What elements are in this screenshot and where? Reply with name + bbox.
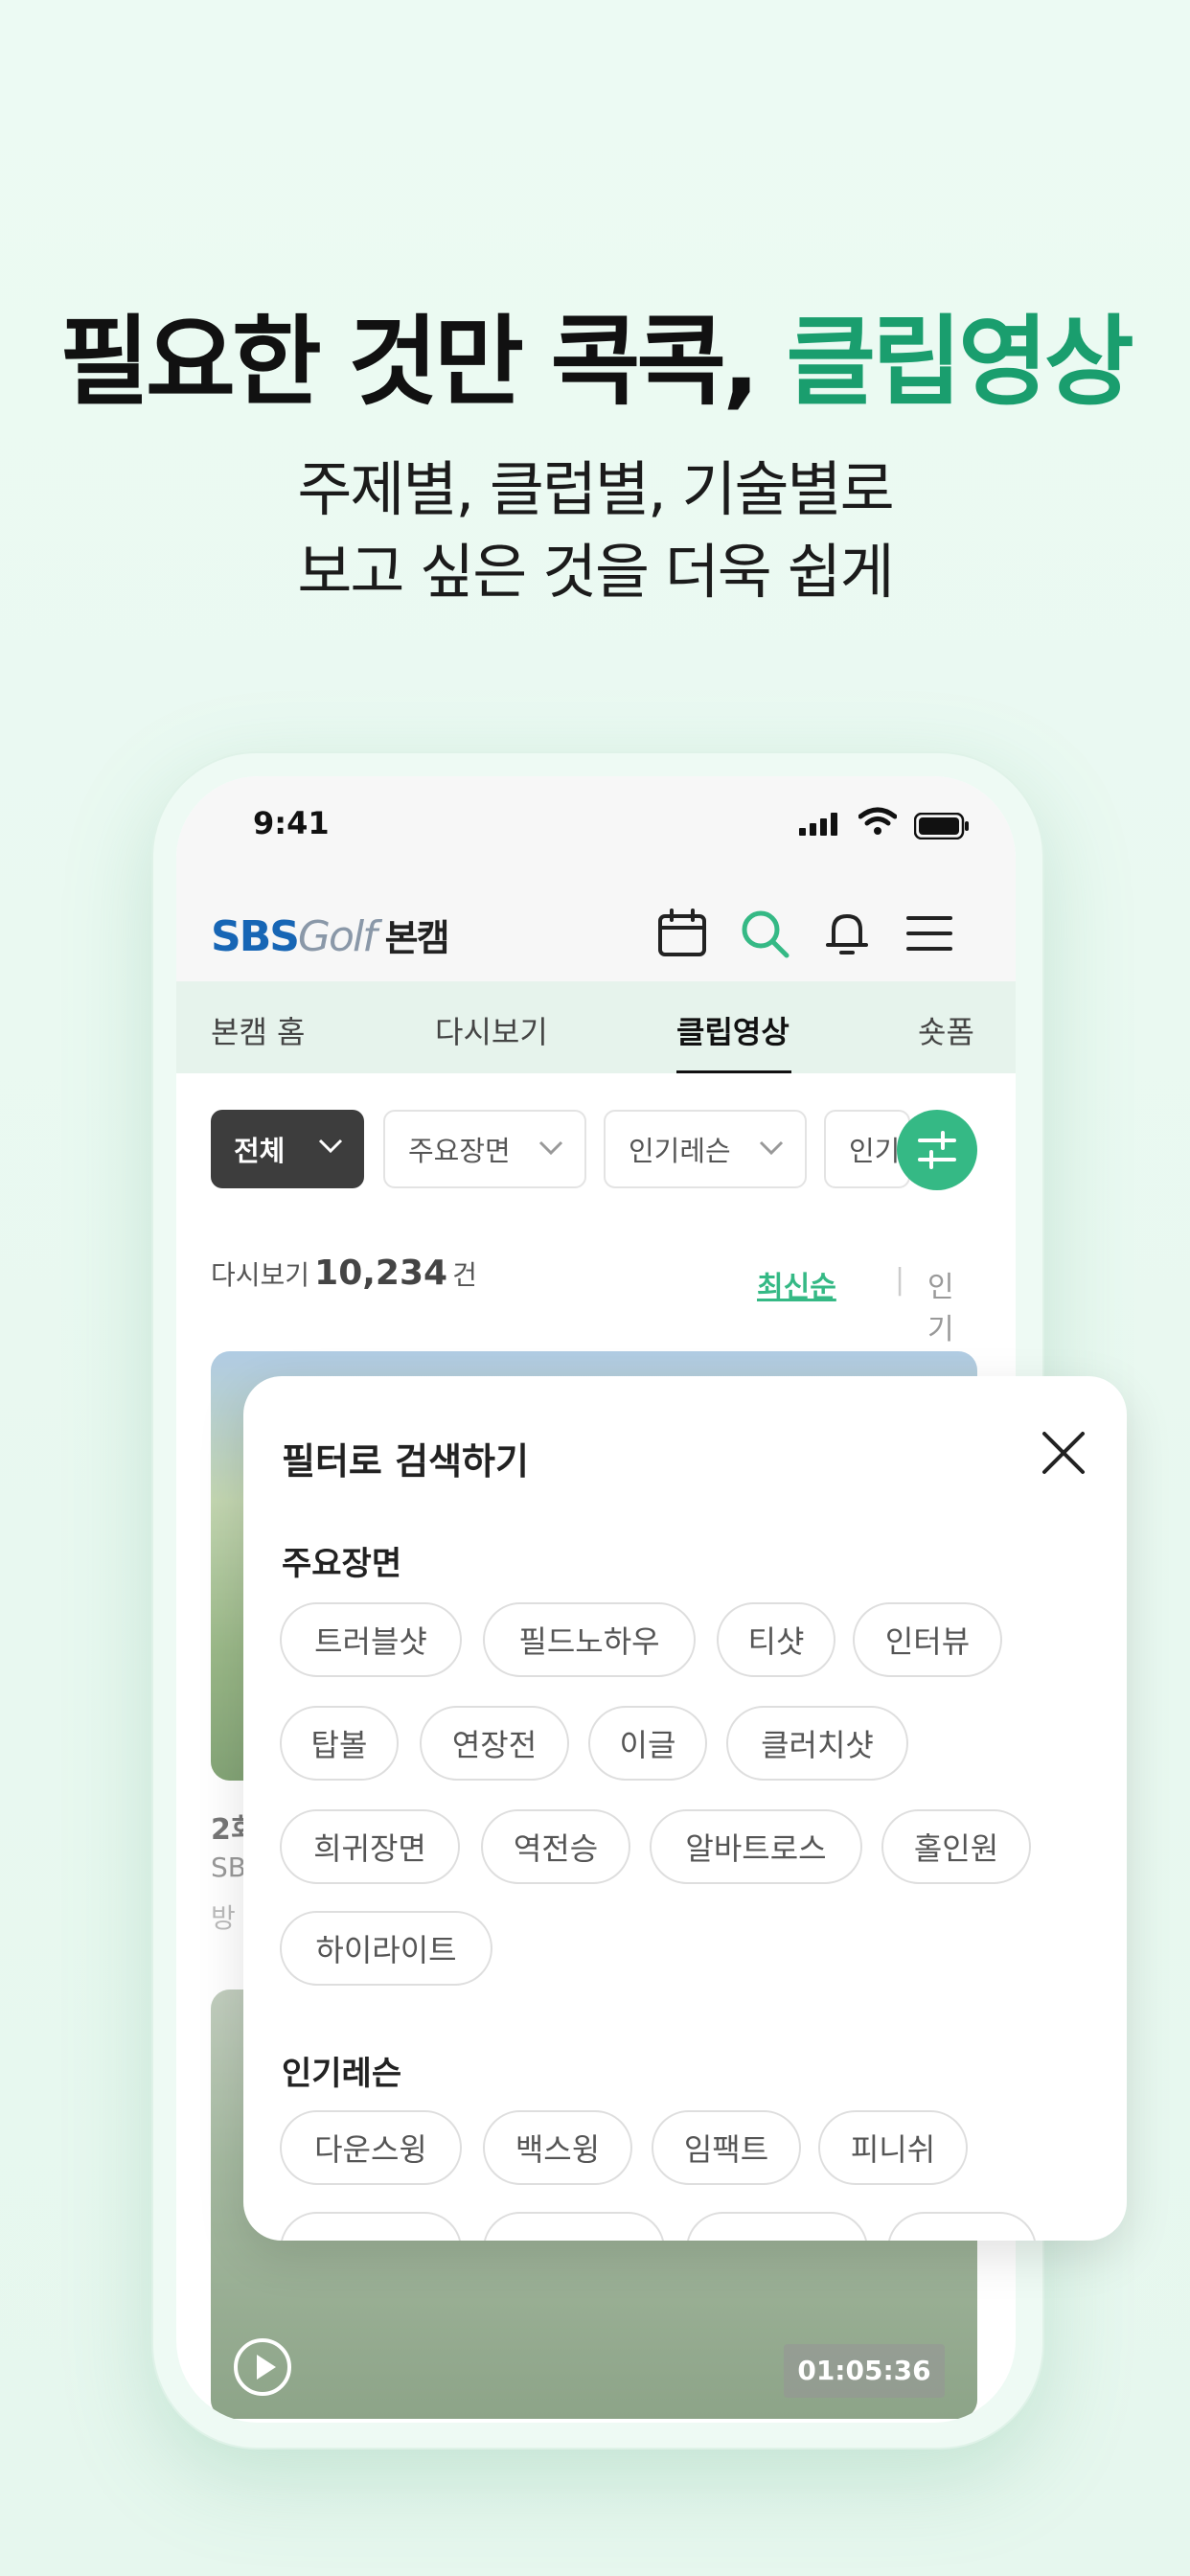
tag-chip[interactable]: 임팩트: [652, 2110, 801, 2185]
headline-part2: 클립영상: [786, 306, 1133, 420]
count-unit: 건: [452, 1259, 477, 1291]
bell-icon[interactable]: [820, 907, 874, 960]
tag-chip[interactable]: 탑볼: [280, 1706, 399, 1781]
dropdown-scene-label: 주요장면: [408, 1135, 511, 1167]
filter-sheet: 필터로 검색하기 주요장면 트러블샷 필드노하우 티샷 인터뷰 탑볼 연장전 이…: [243, 1376, 1127, 2241]
menu-icon[interactable]: [903, 907, 956, 960]
tag-chip[interactable]: 알바트로스: [650, 1809, 862, 1884]
tab-home[interactable]: 본캠 홈: [211, 1008, 306, 1052]
nav-tabs: 본캠 홈 다시보기 클립영상 숏폼: [176, 981, 1016, 1073]
tag-chip[interactable]: 역전승: [481, 1809, 630, 1884]
signal-icon: [799, 813, 837, 836]
dropdown-scene[interactable]: 주요장면: [383, 1110, 586, 1188]
tag-chip-cut[interactable]: [686, 2212, 868, 2241]
tag-chip[interactable]: 연장전: [420, 1706, 569, 1781]
tag-chip[interactable]: 다운스윙: [280, 2110, 462, 2185]
subline-line1: 주제별, 클럽별, 기술별로: [297, 454, 894, 524]
tag-chip-cut[interactable]: [280, 2212, 462, 2241]
dropdown-lesson[interactable]: 인기레슨: [604, 1110, 807, 1188]
dropdown-all[interactable]: 전체: [211, 1110, 364, 1188]
tab-shortform[interactable]: 숏폼: [918, 1008, 974, 1052]
calendar-icon[interactable]: [655, 907, 709, 960]
video-date: 방: [211, 1902, 236, 1934]
tag-chip[interactable]: 희귀장면: [280, 1809, 460, 1884]
sort-newest[interactable]: 최신순: [757, 1263, 836, 1305]
sort-divider: |: [895, 1263, 905, 1297]
tag-chip[interactable]: 피니쉬: [818, 2110, 968, 2185]
chevron-down-icon: [538, 1140, 563, 1156]
count-label: 다시보기: [211, 1259, 310, 1291]
video-duration: 01:05:36: [784, 2344, 945, 2398]
count-value: 10,234: [314, 1254, 448, 1293]
tag-chip[interactable]: 백스윙: [483, 2110, 632, 2185]
filter-button[interactable]: [897, 1110, 977, 1190]
tab-replay[interactable]: 다시보기: [435, 1008, 548, 1052]
sbs-golf-logo[interactable]: SBSGolf 본캠: [211, 908, 450, 961]
chevron-down-icon: [759, 1140, 784, 1156]
tag-chip-cut[interactable]: [887, 2212, 1037, 2241]
tab-clip-video[interactable]: 클립영상: [676, 1008, 790, 1052]
app-header: SBSGolf 본캠: [176, 872, 1016, 981]
dropdown-partial-label: 인기: [849, 1135, 901, 1167]
video-channel: SB: [211, 1852, 246, 1883]
result-count-row: 다시보기 10,234 건 최신순 | 인기순: [211, 1254, 977, 1389]
logo-sbs: SBS: [211, 912, 300, 961]
wifi-icon: [858, 807, 897, 835]
status-time: 9:41: [253, 805, 330, 841]
sheet-title: 필터로 검색하기: [282, 1440, 529, 1483]
section-title-lesson: 인기레슨: [282, 2055, 402, 2093]
chevron-down-icon: [318, 1138, 343, 1154]
dropdown-lesson-label: 인기레슨: [629, 1135, 731, 1167]
search-icon[interactable]: [738, 907, 791, 960]
filter-icon: [918, 1131, 956, 1169]
tag-chip[interactable]: 트러블샷: [280, 1602, 462, 1677]
filter-dropdown-row: 전체 주요장면 인기레슨 인기: [176, 1110, 1016, 1194]
tag-chip[interactable]: 티샷: [717, 1602, 835, 1677]
tag-chip[interactable]: 이글: [588, 1706, 707, 1781]
tab-active-indicator: [676, 1070, 791, 1073]
headline: 필요한 것만 콕콕, 클립영상: [0, 305, 1190, 422]
section-title-scene: 주요장면: [282, 1545, 402, 1583]
headline-part1: 필요한 것만 콕콕,: [59, 306, 760, 420]
close-icon[interactable]: [1039, 1428, 1088, 1478]
tag-chip[interactable]: 필드노하우: [483, 1602, 696, 1677]
tag-chip[interactable]: 하이라이트: [280, 1911, 492, 1986]
dropdown-all-label: 전체: [234, 1135, 286, 1167]
tag-chip[interactable]: 클러치샷: [726, 1706, 908, 1781]
subline: 주제별, 클럽별, 기술별로 보고 싶은 것을 더욱 쉽게: [0, 448, 1190, 613]
status-bar: 9:41: [176, 776, 1016, 872]
subline-line2: 보고 싶은 것을 더욱 쉽게: [297, 537, 894, 607]
play-icon[interactable]: [234, 2338, 291, 2396]
battery-icon: [914, 813, 969, 840]
logo-bon: 본캠: [384, 917, 450, 959]
tag-chip[interactable]: 인터뷰: [853, 1602, 1002, 1677]
tag-chip[interactable]: 홀인원: [881, 1809, 1031, 1884]
tag-chip-cut[interactable]: [483, 2212, 665, 2241]
logo-golf: Golf: [297, 912, 378, 961]
